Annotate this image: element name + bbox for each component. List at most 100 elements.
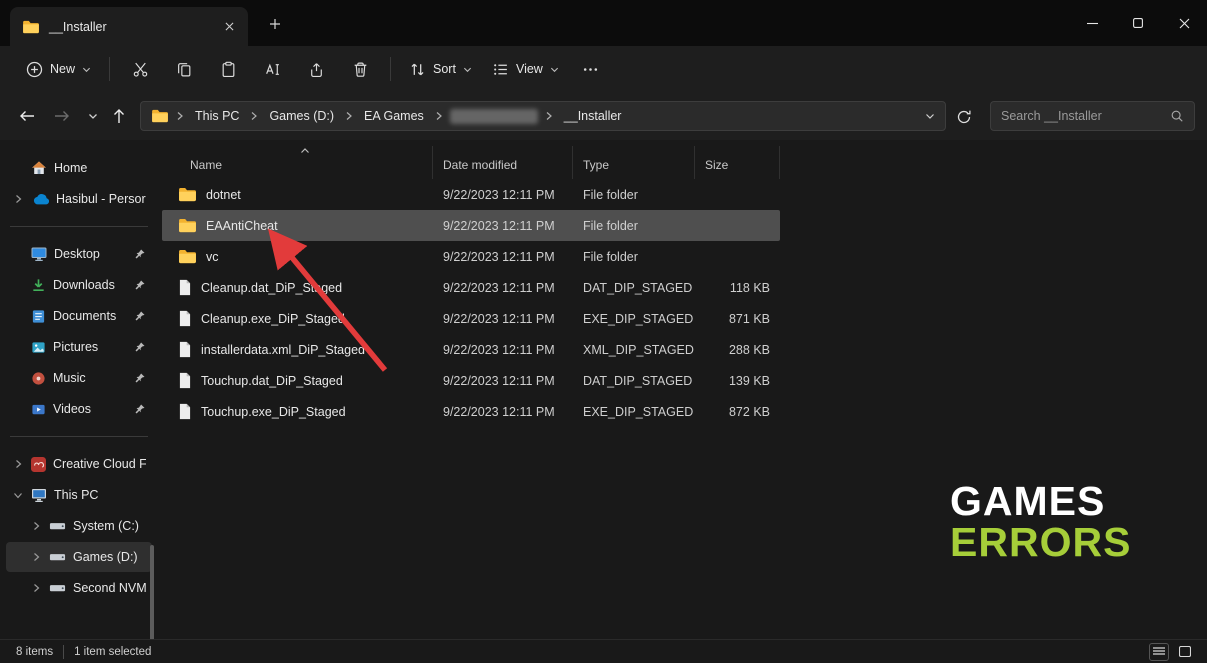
navigation-bar: This PC Games (D:) EA Games __Installer bbox=[0, 92, 1207, 140]
arrow-right-icon bbox=[53, 108, 71, 124]
file-icon bbox=[178, 341, 192, 358]
sidebar-item-creative-cloud[interactable]: Creative Cloud F bbox=[6, 449, 152, 479]
sidebar-item-home[interactable]: Home bbox=[6, 153, 152, 183]
file-name: Cleanup.dat_DiP_Staged bbox=[201, 281, 342, 295]
recent-locations-button[interactable] bbox=[80, 103, 106, 129]
file-row-cleanup-dat[interactable]: Cleanup.dat_DiP_Staged 9/22/2023 12:11 P… bbox=[162, 272, 780, 303]
breadcrumb-item-installer[interactable]: __Installer bbox=[560, 107, 626, 125]
sidebar-item-label: Games (D:) bbox=[73, 550, 138, 564]
breadcrumb-item-this-pc[interactable]: This PC bbox=[191, 107, 243, 125]
sidebar-scrollbar[interactable] bbox=[150, 545, 154, 641]
sidebar-item-this-pc[interactable]: This PC bbox=[6, 480, 152, 510]
file-row-cleanup-exe[interactable]: Cleanup.exe_DiP_Staged 9/22/2023 12:11 P… bbox=[162, 303, 780, 334]
sort-icon bbox=[409, 61, 426, 78]
file-row-installerdata-xml[interactable]: installerdata.xml_DiP_Staged 9/22/2023 1… bbox=[162, 334, 780, 365]
rename-button[interactable] bbox=[250, 52, 294, 86]
delete-button[interactable] bbox=[338, 52, 382, 86]
breadcrumb-separator-icon bbox=[250, 111, 258, 121]
file-list: Name Date modified Type Size dotnet 9/22… bbox=[162, 146, 780, 427]
close-window-button[interactable] bbox=[1161, 0, 1207, 46]
search-box[interactable] bbox=[990, 101, 1195, 131]
view-button-label: View bbox=[516, 62, 543, 76]
view-button[interactable]: View bbox=[482, 52, 569, 86]
more-options-button[interactable] bbox=[569, 52, 613, 86]
details-view-button[interactable] bbox=[1149, 643, 1169, 661]
address-dropdown-button[interactable] bbox=[925, 111, 935, 121]
plus-icon bbox=[269, 18, 281, 30]
sidebar-item-documents[interactable]: Documents bbox=[6, 301, 152, 331]
file-row-touchup-dat[interactable]: Touchup.dat_DiP_Staged 9/22/2023 12:11 P… bbox=[162, 365, 780, 396]
chevron-right-icon[interactable] bbox=[30, 521, 42, 531]
onedrive-cloud-icon bbox=[31, 193, 49, 205]
file-row-vc[interactable]: vc 9/22/2023 12:11 PM File folder bbox=[162, 241, 780, 272]
sidebar-item-music[interactable]: Music bbox=[6, 363, 152, 393]
address-bar[interactable]: This PC Games (D:) EA Games __Installer bbox=[140, 101, 946, 131]
file-size: 288 KB bbox=[695, 343, 780, 357]
breadcrumb-item-games-drive[interactable]: Games (D:) bbox=[265, 107, 338, 125]
chevron-down-icon[interactable] bbox=[12, 491, 24, 500]
file-row-eaanticheat[interactable]: EAAntiCheat 9/22/2023 12:11 PM File fold… bbox=[162, 210, 780, 241]
documents-icon bbox=[31, 309, 46, 324]
file-icon bbox=[178, 279, 192, 296]
sidebar-item-label: Creative Cloud F bbox=[53, 457, 146, 471]
folder-icon bbox=[151, 109, 169, 123]
share-button[interactable] bbox=[294, 52, 338, 86]
icons-view-button[interactable] bbox=[1175, 643, 1195, 661]
column-header-size[interactable]: Size bbox=[695, 146, 780, 179]
sidebar-item-downloads[interactable]: Downloads bbox=[6, 270, 152, 300]
watermark-line1: GAMES bbox=[950, 481, 1131, 522]
file-name: EAAntiCheat bbox=[206, 219, 278, 233]
sidebar-item-games-d[interactable]: Games (D:) bbox=[6, 542, 152, 572]
sidebar-item-label: Documents bbox=[53, 309, 116, 323]
new-button[interactable]: New bbox=[16, 52, 101, 86]
up-button[interactable] bbox=[106, 103, 132, 129]
column-header-date-modified[interactable]: Date modified bbox=[433, 146, 573, 179]
chevron-right-icon[interactable] bbox=[12, 459, 24, 469]
maximize-icon bbox=[1133, 18, 1143, 28]
sidebar-item-videos[interactable]: Videos bbox=[6, 394, 152, 424]
chevron-right-icon[interactable] bbox=[12, 194, 24, 204]
search-input[interactable] bbox=[1001, 109, 1170, 123]
trash-icon bbox=[352, 61, 369, 78]
plus-circle-icon bbox=[26, 61, 43, 78]
chevron-right-icon[interactable] bbox=[30, 583, 42, 593]
sidebar-item-system-c[interactable]: System (C:) bbox=[6, 511, 152, 541]
sidebar-item-onedrive[interactable]: Hasibul - Persor bbox=[6, 184, 152, 214]
refresh-button[interactable] bbox=[952, 105, 976, 129]
explorer-tab[interactable]: __Installer bbox=[10, 7, 248, 46]
new-tab-button[interactable] bbox=[264, 13, 286, 35]
breadcrumb-item-redacted bbox=[450, 109, 538, 124]
file-row-dotnet[interactable]: dotnet 9/22/2023 12:11 PM File folder bbox=[162, 179, 780, 210]
sidebar-item-label: Desktop bbox=[54, 247, 100, 261]
back-button[interactable] bbox=[14, 103, 40, 129]
minimize-button[interactable] bbox=[1069, 0, 1115, 46]
sort-button[interactable]: Sort bbox=[399, 52, 482, 86]
share-icon bbox=[308, 61, 325, 78]
sidebar-item-pictures[interactable]: Pictures bbox=[6, 332, 152, 362]
file-type: DAT_DIP_STAGED ... bbox=[573, 374, 695, 388]
file-date: 9/22/2023 12:11 PM bbox=[433, 188, 573, 202]
file-row-touchup-exe[interactable]: Touchup.exe_DiP_Staged 9/22/2023 12:11 P… bbox=[162, 396, 780, 427]
title-bar: __Installer bbox=[0, 0, 1207, 46]
paste-button[interactable] bbox=[206, 52, 250, 86]
desktop-icon bbox=[31, 247, 47, 262]
chevron-right-icon[interactable] bbox=[30, 552, 42, 562]
view-toggles bbox=[1149, 643, 1195, 661]
sidebar-item-desktop[interactable]: Desktop bbox=[6, 239, 152, 269]
file-date: 9/22/2023 12:11 PM bbox=[433, 250, 573, 264]
cut-button[interactable] bbox=[118, 52, 162, 86]
file-type: XML_DIP_STAGED ... bbox=[573, 343, 695, 357]
column-header-name[interactable]: Name bbox=[162, 146, 433, 179]
sidebar-item-label: Home bbox=[54, 161, 87, 175]
tab-close-button[interactable] bbox=[218, 16, 240, 38]
file-size: 118 KB bbox=[695, 281, 780, 295]
sidebar-item-second-nvme[interactable]: Second NVME bbox=[6, 573, 152, 603]
sort-button-label: Sort bbox=[433, 62, 456, 76]
forward-button[interactable] bbox=[49, 103, 75, 129]
copy-button[interactable] bbox=[162, 52, 206, 86]
maximize-button[interactable] bbox=[1115, 0, 1161, 46]
column-header-type[interactable]: Type bbox=[573, 146, 695, 179]
rename-icon bbox=[264, 61, 281, 78]
file-type: EXE_DIP_STAGED F... bbox=[573, 405, 695, 419]
breadcrumb-item-ea-games[interactable]: EA Games bbox=[360, 107, 428, 125]
